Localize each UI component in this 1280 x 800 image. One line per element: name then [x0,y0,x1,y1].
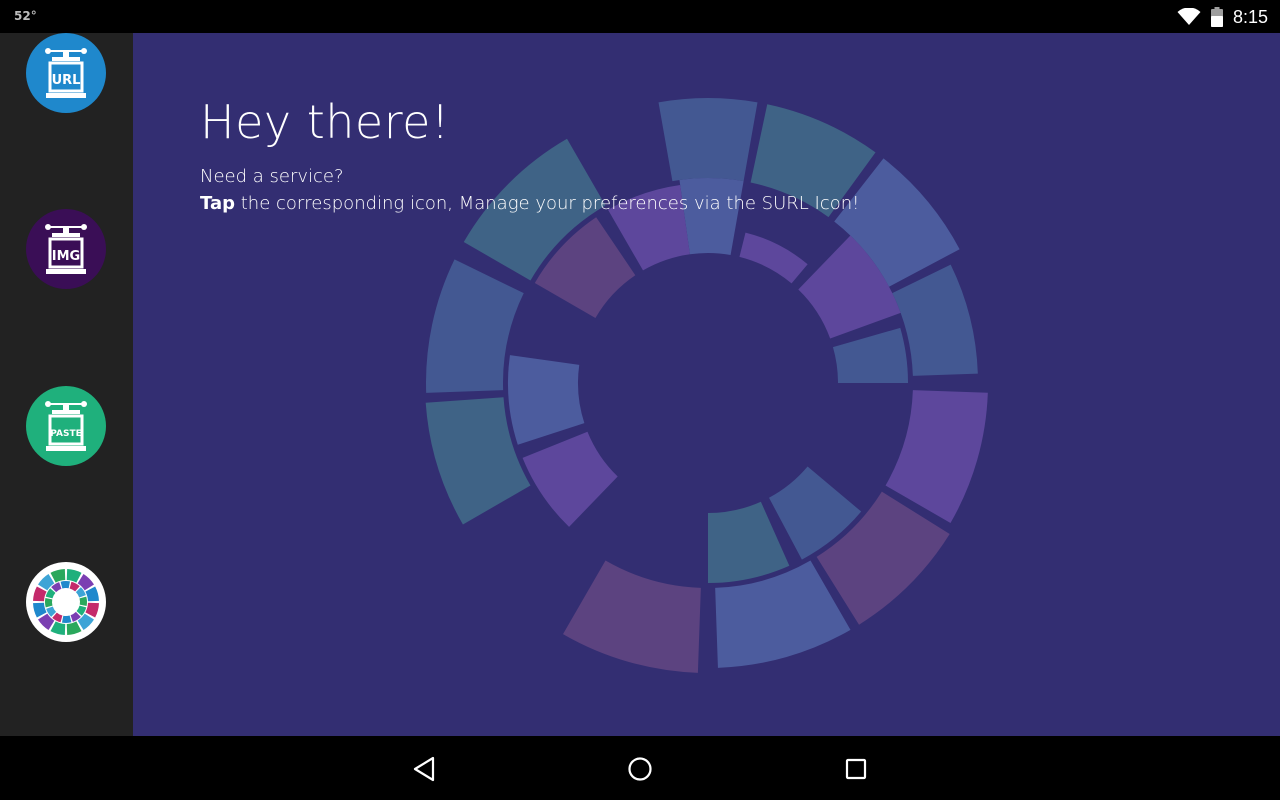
home-icon [628,757,652,781]
page-title: Hey there! [200,95,450,149]
url-service-button[interactable]: URL [26,33,106,113]
status-icons: 8:15 [1177,5,1268,29]
service-sidebar: URL IMG PASTE [0,33,133,736]
wifi-icon [1177,8,1201,25]
status-bar: 52° 8:15 [0,0,1280,33]
surl-preferences-button[interactable] [26,562,106,642]
logo-outer-segment [33,586,47,602]
ring-inner-segment [739,232,808,284]
ring-outer-segment [885,390,988,523]
logo-outer-segment [50,621,66,635]
sidebar-item-label: URL [52,73,81,88]
ring-inner-segment [832,327,908,383]
instruction-text: Tap the corresponding icon, Manage your … [200,193,859,214]
back-button[interactable] [409,754,439,784]
logo-inner-segment [61,615,72,623]
paste-icon: PASTE [45,401,87,451]
sidebar-item-label: IMG [52,249,80,264]
back-icon [413,756,435,782]
ring-inner-segment [522,431,618,527]
weather-temperature: 52° [14,9,37,23]
recents-icon [845,758,867,780]
logo-outer-segment [77,613,94,630]
battery-icon [1210,7,1223,27]
logo-outer-segment [50,569,66,583]
logo-outer-segment [66,621,82,635]
home-button[interactable] [625,754,655,784]
welcome-panel: Hey there! Need a service? Tap the corre… [133,33,1280,736]
logo-inner-segment [79,596,87,607]
logo-outer-segment [66,569,82,583]
paste-service-button[interactable]: PASTE [26,386,106,466]
url-icon: URL [45,48,87,98]
subtitle: Need a service? [200,166,344,187]
ring-inner-segment [508,355,585,445]
img-service-button[interactable]: IMG [26,209,106,289]
ring-outer-segment [658,98,758,182]
ring-outer-segment [563,560,701,673]
instruction-emphasis: Tap [200,193,235,214]
ring-inner-segment [679,178,744,255]
logo-outer-segment [38,574,55,591]
logo-outer-segment [85,602,99,618]
logo-inner-segment [45,597,53,608]
recents-button[interactable] [841,754,871,784]
logo-outer-segment [85,586,99,602]
instruction-body: the corresponding icon, Manage your pref… [235,193,860,214]
img-icon: IMG [45,224,87,274]
logo-inner-segment [60,581,71,589]
clock: 8:15 [1232,6,1268,27]
sidebar-item-label: PASTE [50,429,82,439]
surl-logo-icon [33,569,99,635]
ring-inner-segment [708,501,790,583]
navigation-bar [0,736,1280,800]
logo-outer-segment [33,602,47,618]
